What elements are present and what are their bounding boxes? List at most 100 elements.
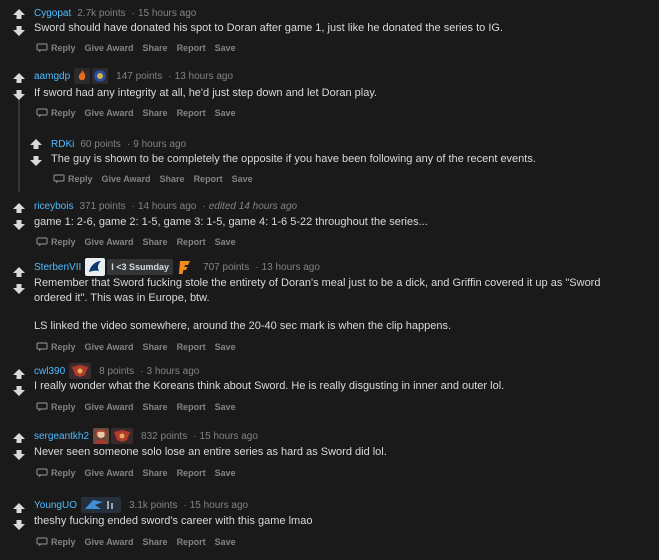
downvote-arrow-icon[interactable]: [12, 219, 26, 233]
comment-author[interactable]: cwl390: [34, 366, 65, 377]
share-button[interactable]: Share: [160, 174, 185, 184]
comment-points: 147 points: [116, 70, 163, 82]
reply-icon: [36, 402, 48, 412]
comment-author[interactable]: sergeantkh2: [34, 431, 89, 442]
comment-author[interactable]: YoungUO: [34, 500, 77, 511]
thread-line[interactable]: [18, 100, 20, 192]
comment-actions: Reply Give Award Share Report Save: [36, 41, 245, 55]
reply-icon: [36, 468, 48, 478]
comment-time[interactable]: 9 hours ago: [133, 139, 186, 150]
downvote-arrow-icon[interactable]: [12, 449, 26, 463]
give-award-button[interactable]: Give Award: [85, 468, 134, 478]
reply-button[interactable]: Reply: [53, 174, 93, 184]
comment-time[interactable]: 15 hours ago: [200, 431, 258, 442]
save-button[interactable]: Save: [215, 402, 236, 412]
reply-button[interactable]: Reply: [36, 402, 76, 412]
upvote-arrow-icon[interactable]: [12, 502, 26, 516]
save-button[interactable]: Save: [215, 342, 236, 352]
report-button[interactable]: Report: [177, 237, 206, 247]
upvote-arrow-icon[interactable]: [12, 72, 26, 86]
champion-icon: [93, 428, 110, 444]
give-award-button[interactable]: Give Award: [102, 174, 151, 184]
comment-author[interactable]: Cygopat: [34, 8, 71, 19]
comment-author[interactable]: riceybois: [34, 201, 73, 212]
report-button[interactable]: Report: [194, 174, 223, 184]
share-button[interactable]: Share: [143, 402, 168, 412]
lck-icon: [69, 363, 92, 379]
upvote-arrow-icon[interactable]: [12, 8, 26, 22]
reply-button[interactable]: Reply: [36, 237, 76, 247]
save-button[interactable]: Save: [215, 108, 236, 118]
report-button[interactable]: Report: [177, 402, 206, 412]
downvote-arrow-icon[interactable]: [12, 385, 26, 399]
share-button[interactable]: Share: [143, 342, 168, 352]
comment-points: 60 points: [80, 138, 121, 150]
comment-author[interactable]: SterbenVII: [34, 262, 81, 273]
downvote-arrow-icon[interactable]: [12, 519, 26, 533]
downvote-arrow-icon[interactable]: [12, 25, 26, 39]
report-button[interactable]: Report: [177, 342, 206, 352]
reply-button[interactable]: Reply: [36, 342, 76, 352]
comment-author[interactable]: RDKi: [51, 139, 74, 150]
give-award-button[interactable]: Give Award: [85, 342, 134, 352]
upvote-arrow-icon[interactable]: [12, 266, 26, 280]
reply-icon: [36, 108, 48, 118]
give-award-button[interactable]: Give Award: [85, 108, 134, 118]
user-flair: I <3 Ssumday: [85, 258, 197, 276]
upvote-arrow-icon[interactable]: [12, 368, 26, 382]
save-button[interactable]: Save: [215, 468, 236, 478]
comment-time[interactable]: 3 hours ago: [147, 366, 200, 377]
downvote-arrow-icon[interactable]: [29, 155, 43, 169]
share-button[interactable]: Share: [143, 43, 168, 53]
comment-time[interactable]: 15 hours ago: [190, 500, 248, 511]
comment-time[interactable]: 14 hours ago: [138, 201, 196, 212]
comment-points: 371 points: [79, 200, 126, 212]
comment-body: The guy is shown to be completely the op…: [51, 153, 536, 165]
user-flair: [81, 497, 123, 513]
report-button[interactable]: Report: [177, 108, 206, 118]
edited-label: edited 14 hours ago: [208, 200, 298, 212]
give-award-button[interactable]: Give Award: [85, 402, 134, 412]
share-button[interactable]: Share: [143, 537, 168, 547]
share-button[interactable]: Share: [143, 108, 168, 118]
give-award-button[interactable]: Give Award: [85, 237, 134, 247]
comment-actions: Reply Give Award Share Report Save: [36, 535, 245, 549]
reply-icon: [36, 342, 48, 352]
user-flair: [69, 363, 93, 379]
share-button[interactable]: Share: [143, 237, 168, 247]
upvote-arrow-icon[interactable]: [29, 138, 43, 152]
downvote-arrow-icon[interactable]: [12, 283, 26, 297]
reply-icon: [53, 174, 65, 184]
comment-actions: Reply Give Award Share Report Save: [36, 400, 245, 414]
comment-time[interactable]: 13 hours ago: [262, 262, 320, 273]
report-button[interactable]: Report: [177, 43, 206, 53]
reply-button[interactable]: Reply: [36, 468, 76, 478]
comment-time[interactable]: 13 hours ago: [175, 71, 233, 82]
upvote-arrow-icon[interactable]: [12, 202, 26, 216]
comment-author[interactable]: aamgdp: [34, 71, 70, 82]
save-button[interactable]: Save: [215, 43, 236, 53]
comment-body: I really wonder what the Koreans think a…: [34, 380, 505, 392]
share-button[interactable]: Share: [143, 468, 168, 478]
comment-points: 2.7k points: [77, 7, 126, 19]
blue-team-icon: [92, 68, 109, 84]
liquid-icon: [85, 258, 106, 276]
reply-button[interactable]: Reply: [36, 108, 76, 118]
report-button[interactable]: Report: [177, 468, 206, 478]
give-award-button[interactable]: Give Award: [85, 537, 134, 547]
reply-button[interactable]: Reply: [36, 43, 76, 53]
upvote-arrow-icon[interactable]: [12, 432, 26, 446]
reply-button[interactable]: Reply: [36, 537, 76, 547]
reply-icon: [36, 237, 48, 247]
save-button[interactable]: Save: [215, 537, 236, 547]
report-button[interactable]: Report: [177, 537, 206, 547]
comment-body: Sword should have donated his spot to Do…: [34, 22, 504, 34]
flair-text: I <3 Ssumday: [107, 259, 174, 275]
reply-icon: [36, 43, 48, 53]
comment-time[interactable]: 15 hours ago: [138, 8, 196, 19]
fire-team-icon: [74, 68, 91, 84]
save-button[interactable]: Save: [232, 174, 253, 184]
give-award-button[interactable]: Give Award: [85, 43, 134, 53]
comment-body-line-2: ordered it". This was in Europe, btw.: [34, 292, 210, 304]
save-button[interactable]: Save: [215, 237, 236, 247]
